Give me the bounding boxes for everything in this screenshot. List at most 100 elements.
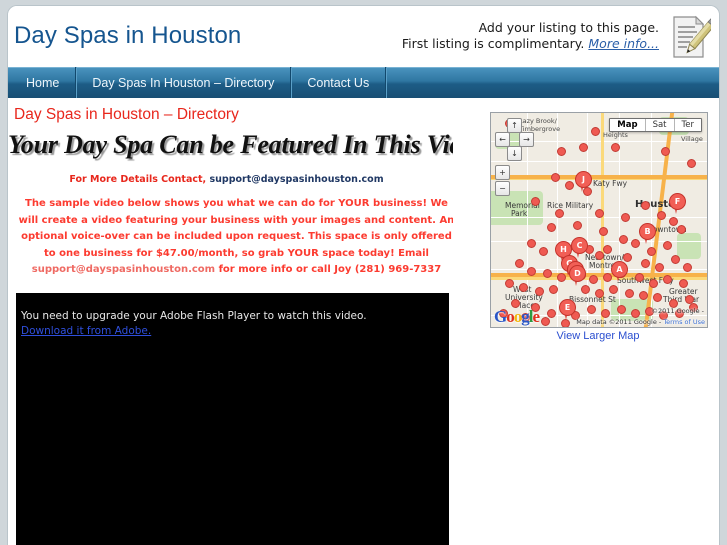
promo-banner-heading: Your Day Spa Can be Featured In This Vid… bbox=[8, 130, 497, 159]
map-dot-marker[interactable] bbox=[625, 289, 634, 298]
map-dot-marker[interactable] bbox=[547, 309, 556, 318]
main-navigation: Home Day Spas In Houston – Directory Con… bbox=[8, 67, 719, 98]
map-dot-marker[interactable] bbox=[591, 127, 600, 136]
nav-item-directory[interactable]: Day Spas In Houston – Directory bbox=[76, 67, 292, 98]
map-dot-marker[interactable] bbox=[531, 197, 540, 206]
map-dot-marker[interactable] bbox=[573, 221, 582, 230]
map-dot-marker[interactable] bbox=[687, 159, 696, 168]
nav-item-home[interactable]: Home bbox=[8, 67, 77, 98]
zoom-out-button[interactable]: − bbox=[495, 181, 510, 196]
map-dot-marker[interactable] bbox=[609, 285, 618, 294]
map-dot-marker[interactable] bbox=[565, 181, 574, 190]
map-dot-marker[interactable] bbox=[599, 227, 608, 236]
map-label: Bissonnet St bbox=[569, 295, 616, 304]
map-pin-d[interactable]: D bbox=[569, 265, 586, 287]
map-dot-marker[interactable] bbox=[551, 173, 560, 182]
map-attribution: Map data ©2011 Google - Terms of Use bbox=[576, 318, 705, 326]
map-dot-marker[interactable] bbox=[663, 275, 672, 284]
map-dot-marker[interactable] bbox=[631, 309, 640, 318]
map-dot-marker[interactable] bbox=[661, 147, 670, 156]
map-road bbox=[491, 161, 707, 162]
map-pin-f[interactable]: F bbox=[669, 193, 686, 215]
pan-right-button[interactable]: → bbox=[519, 132, 534, 147]
view-larger-map-link[interactable]: View Larger Map bbox=[463, 330, 719, 342]
map-dot-marker[interactable] bbox=[683, 263, 692, 272]
map-dot-marker[interactable] bbox=[539, 247, 548, 256]
map-dot-marker[interactable] bbox=[657, 211, 666, 220]
download-adobe-link[interactable]: Download it from Adobe. bbox=[21, 325, 151, 337]
map-dot-marker[interactable] bbox=[621, 213, 630, 222]
map-dot-marker[interactable] bbox=[519, 283, 528, 292]
map-dot-marker[interactable] bbox=[641, 201, 650, 210]
map-copyright: ©2011 Google - bbox=[651, 307, 704, 315]
map-dot-marker[interactable] bbox=[579, 143, 588, 152]
map-dot-marker[interactable] bbox=[603, 245, 612, 254]
map-dot-marker[interactable] bbox=[589, 275, 598, 284]
map-dot-marker[interactable] bbox=[641, 259, 650, 268]
map-dot-marker[interactable] bbox=[679, 279, 688, 288]
map-type-satellite[interactable]: Sat bbox=[646, 119, 675, 131]
map-type-switcher[interactable]: Map Sat Ter bbox=[609, 118, 702, 132]
pan-up-button[interactable]: ↑ bbox=[507, 118, 522, 133]
map-road bbox=[491, 241, 707, 242]
map-label: Lazy Brook/ bbox=[519, 117, 557, 125]
promo-paragraph-part2: for more info or call Joy (281) 969-7337 bbox=[215, 264, 442, 275]
zoom-in-button[interactable]: + bbox=[495, 165, 510, 180]
map-dot-marker[interactable] bbox=[617, 305, 626, 314]
map-dot-marker[interactable] bbox=[601, 309, 610, 318]
map-dot-marker[interactable] bbox=[639, 291, 648, 300]
map-dot-marker[interactable] bbox=[663, 241, 672, 250]
map-dot-marker[interactable] bbox=[587, 305, 596, 314]
map-dot-marker[interactable] bbox=[655, 263, 664, 272]
map-type-map[interactable]: Map bbox=[610, 119, 646, 131]
map-dot-marker[interactable] bbox=[549, 285, 558, 294]
pan-left-button[interactable]: ← bbox=[495, 132, 510, 147]
contact-line-label: For More Details Contact, bbox=[69, 174, 207, 185]
map-dot-marker[interactable] bbox=[555, 209, 564, 218]
sidebar: Lazy Brook/ Timbergrove Heights Village … bbox=[463, 98, 719, 545]
map-dot-marker[interactable] bbox=[671, 255, 680, 264]
map-dot-marker[interactable] bbox=[505, 279, 514, 288]
map-pin-a[interactable]: A bbox=[611, 261, 628, 283]
map-dot-marker[interactable] bbox=[595, 251, 604, 260]
note-pencil-icon bbox=[665, 14, 717, 60]
map-dot-marker[interactable] bbox=[653, 293, 662, 302]
content-heading: Day Spas in Houston – Directory bbox=[14, 106, 239, 123]
map-type-terrain[interactable]: Ter bbox=[675, 119, 701, 131]
page-title: Day Spas in Houston bbox=[14, 22, 242, 49]
map-dot-marker[interactable] bbox=[527, 267, 536, 276]
map-dot-marker[interactable] bbox=[595, 289, 604, 298]
pan-down-button[interactable]: ↓ bbox=[507, 146, 522, 161]
terms-of-use-link[interactable]: Terms of Use bbox=[663, 318, 705, 326]
flash-upgrade-message: You need to upgrade your Adobe Flash Pla… bbox=[21, 309, 441, 339]
map-dot-marker[interactable] bbox=[649, 279, 658, 288]
map-dot-marker[interactable] bbox=[647, 247, 656, 256]
map-pin-j[interactable]: J bbox=[575, 171, 592, 193]
nav-item-contact-us[interactable]: Contact Us bbox=[291, 67, 387, 98]
map-pin-e[interactable]: E bbox=[559, 299, 576, 321]
promo-line-2-text: First listing is complimentary. bbox=[401, 36, 585, 51]
map-pin-label: B bbox=[639, 223, 656, 240]
map-dot-marker[interactable] bbox=[635, 273, 644, 282]
map-dot-marker[interactable] bbox=[541, 317, 550, 326]
main-column: Day Spas in Houston – Directory Your Day… bbox=[8, 98, 497, 545]
map-dot-marker[interactable] bbox=[527, 239, 536, 248]
map-dot-marker[interactable] bbox=[543, 269, 552, 278]
map-dot-marker[interactable] bbox=[515, 259, 524, 268]
map-dot-marker[interactable] bbox=[547, 223, 556, 232]
map-dot-marker[interactable] bbox=[677, 225, 686, 234]
map-dot-marker[interactable] bbox=[619, 235, 628, 244]
map-label: Park bbox=[511, 209, 528, 218]
map-dot-marker[interactable] bbox=[595, 209, 604, 218]
video-player[interactable]: You need to upgrade your Adobe Flash Pla… bbox=[16, 293, 449, 545]
map-green-patch bbox=[677, 233, 701, 259]
more-info-link[interactable]: More info... bbox=[588, 36, 659, 51]
map-dot-marker[interactable] bbox=[557, 147, 566, 156]
google-map[interactable]: Lazy Brook/ Timbergrove Heights Village … bbox=[490, 112, 708, 328]
map-dot-marker[interactable] bbox=[535, 287, 544, 296]
map-pin-b[interactable]: B bbox=[639, 223, 656, 245]
map-pin-label: J bbox=[575, 171, 592, 188]
map-dot-marker[interactable] bbox=[611, 143, 620, 152]
map-canvas[interactable]: Lazy Brook/ Timbergrove Heights Village … bbox=[491, 113, 707, 327]
map-dot-marker[interactable] bbox=[669, 217, 678, 226]
